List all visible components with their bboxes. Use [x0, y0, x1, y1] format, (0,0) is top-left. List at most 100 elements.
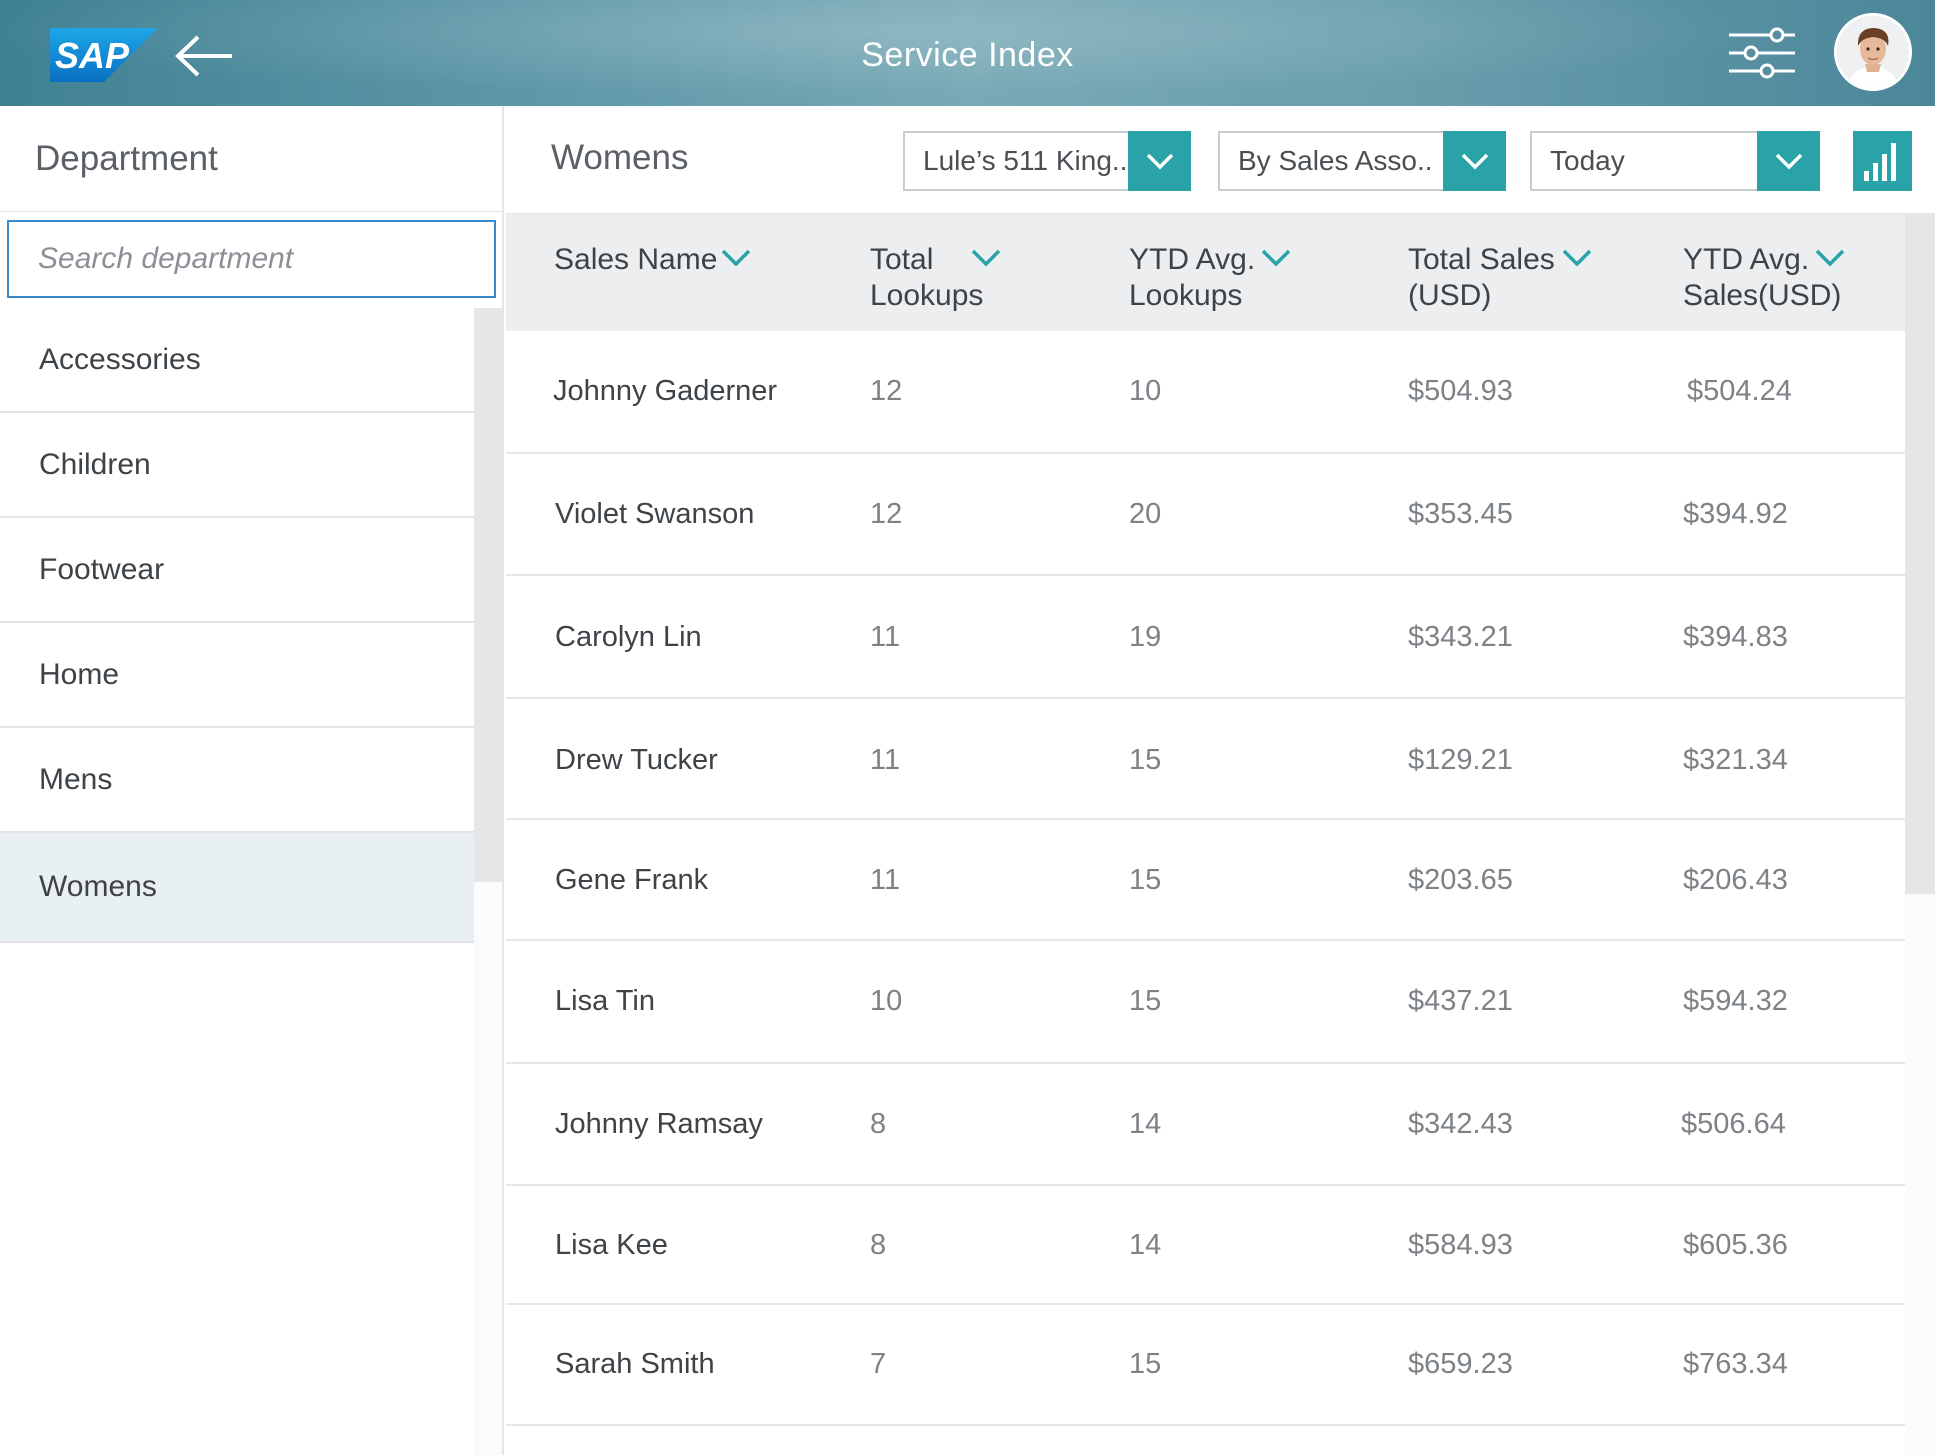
app-header: SAP Service Index [0, 0, 1935, 106]
department-item-label: Footwear [39, 552, 165, 586]
table-scrollbar-thumb[interactable] [1905, 214, 1935, 894]
sales-table: Sales Name Total Lookups YTD Avg. Lookup… [506, 214, 1905, 1455]
cell-total-lookups: 11 [870, 744, 901, 776]
chevron-down-icon [1562, 249, 1592, 267]
cell-ytd-sales: $605.36 [1683, 1229, 1788, 1261]
main-toolbar: Womens Lule’s 511 King.. By Sales Asso..… [506, 106, 1935, 214]
department-scrollbar-thumb[interactable] [474, 308, 502, 882]
search-department-field[interactable] [7, 220, 496, 298]
cell-ytd-sales: $594.32 [1683, 985, 1788, 1017]
cell-total-sales: $584.93 [1408, 1229, 1513, 1261]
chart-view-button[interactable] [1853, 131, 1912, 191]
column-header-label: Sales Name [554, 243, 718, 276]
department-item-label: Mens [39, 762, 113, 796]
column-header-label: Total Sales [1408, 243, 1555, 276]
chevron-down-icon [1775, 153, 1803, 170]
table-row[interactable]: Johnny Gaderner 12 10 $504.93 $504.24 [506, 331, 1905, 454]
cell-ytd-lookups: 10 [1129, 375, 1162, 407]
cell-ytd-lookups: 19 [1129, 621, 1162, 653]
cell-sales-name: Drew Tucker [555, 744, 718, 776]
cell-total-lookups: 8 [870, 1229, 887, 1261]
column-header-sales-name[interactable]: Sales Name [554, 242, 751, 278]
cell-total-lookups: 11 [870, 864, 901, 896]
column-header-total-sales[interactable]: Total Sales (USD) [1408, 242, 1592, 314]
cell-ytd-lookups: 15 [1129, 985, 1162, 1017]
cell-ytd-lookups: 15 [1129, 1348, 1162, 1380]
grouping-dropdown-value: By Sales Asso.. [1238, 145, 1433, 176]
column-header-total-lookups[interactable]: Total Lookups [870, 242, 1001, 314]
cell-total-sales: $353.45 [1408, 498, 1513, 530]
department-item-label: Accessories [39, 342, 201, 376]
table-row[interactable]: Drew Tucker 11 15 $129.21 $321.34 [506, 699, 1905, 820]
cell-ytd-sales: $504.24 [1687, 375, 1792, 407]
user-avatar[interactable] [1834, 13, 1912, 91]
date-range-dropdown-button[interactable] [1757, 131, 1820, 191]
cell-total-lookups: 8 [870, 1108, 887, 1140]
column-header-ytd-sales[interactable]: YTD Avg. Sales(USD) [1683, 242, 1845, 314]
department-item-mens[interactable]: Mens [0, 728, 474, 833]
cell-total-sales: $437.21 [1408, 985, 1513, 1017]
department-list: Accessories Children Footwear Home Mens … [0, 308, 474, 943]
cell-ytd-sales: $506.64 [1681, 1108, 1786, 1140]
cell-total-lookups: 11 [870, 621, 901, 653]
bar-chart-icon [1864, 143, 1896, 181]
department-item-label: Children [39, 447, 151, 481]
department-item-children[interactable]: Children [0, 413, 474, 518]
table-header: Sales Name Total Lookups YTD Avg. Lookup… [506, 214, 1905, 331]
cell-sales-name: Lisa Tin [555, 985, 655, 1017]
cell-ytd-lookups: 15 [1129, 864, 1162, 896]
store-dropdown[interactable]: Lule’s 511 King.. [903, 131, 1191, 191]
cell-sales-name: Lisa Kee [555, 1229, 668, 1261]
column-header-label: Sales(USD) [1683, 279, 1842, 312]
cell-total-sales: $659.23 [1408, 1348, 1513, 1380]
cell-total-sales: $343.21 [1408, 621, 1513, 653]
cell-ytd-sales: $394.83 [1683, 621, 1788, 653]
cell-total-lookups: 7 [870, 1348, 887, 1380]
table-row[interactable]: Sarah Smith 7 15 $659.23 $763.34 [506, 1305, 1905, 1426]
chevron-down-icon [1815, 249, 1845, 267]
table-row[interactable]: Carolyn Lin 11 19 $343.21 $394.83 [506, 576, 1905, 699]
store-dropdown-value: Lule’s 511 King.. [923, 145, 1128, 176]
cell-total-sales: $504.93 [1408, 375, 1513, 407]
cell-ytd-lookups: 20 [1129, 498, 1162, 530]
grouping-dropdown[interactable]: By Sales Asso.. [1218, 131, 1506, 191]
store-dropdown-button[interactable] [1128, 131, 1191, 191]
cell-ytd-sales: $763.34 [1683, 1348, 1788, 1380]
chevron-down-icon [971, 249, 1001, 267]
cell-total-sales: $342.43 [1408, 1108, 1513, 1140]
cell-total-lookups: 10 [870, 985, 903, 1017]
column-header-ytd-lookups[interactable]: YTD Avg. Lookups [1129, 242, 1291, 314]
cell-sales-name: Carolyn Lin [555, 621, 702, 653]
chevron-down-icon [1461, 153, 1489, 170]
table-row[interactable]: Johnny Ramsay 8 14 $342.43 $506.64 [506, 1064, 1905, 1186]
cell-ytd-sales: $206.43 [1683, 864, 1788, 896]
chevron-down-icon [721, 249, 751, 267]
sliders-icon[interactable] [1727, 25, 1797, 81]
app-title: Service Index [861, 36, 1074, 74]
table-row[interactable]: Lisa Kee 8 14 $584.93 $605.36 [506, 1186, 1905, 1305]
table-row[interactable]: Lisa Tin 10 15 $437.21 $594.32 [506, 941, 1905, 1064]
cell-total-lookups: 12 [870, 375, 903, 407]
department-item-footwear[interactable]: Footwear [0, 518, 474, 623]
cell-ytd-sales: $321.34 [1683, 744, 1788, 776]
cell-total-sales: $203.65 [1408, 864, 1513, 896]
department-item-label: Womens [39, 870, 157, 903]
column-header-label: Lookups [870, 279, 984, 312]
cell-sales-name: Violet Swanson [555, 498, 755, 530]
date-range-dropdown[interactable]: Today [1530, 131, 1820, 191]
cell-ytd-sales: $394.92 [1683, 498, 1788, 530]
cell-ytd-lookups: 14 [1129, 1108, 1162, 1140]
table-row[interactable]: Gene Frank 11 15 $203.65 $206.43 [506, 820, 1905, 941]
table-row[interactable]: Violet Swanson 12 20 $353.45 $394.92 [506, 454, 1905, 576]
department-title: Department [0, 106, 502, 212]
department-item-home[interactable]: Home [0, 623, 474, 728]
chevron-down-icon [1146, 153, 1174, 170]
department-item-accessories[interactable]: Accessories [0, 308, 474, 413]
cell-sales-name: Johnny Ramsay [555, 1108, 763, 1140]
column-header-label: Total [870, 243, 934, 276]
search-department-input[interactable] [9, 222, 494, 296]
department-item-womens[interactable]: Womens [0, 833, 474, 943]
cell-sales-name: Johnny Gaderner [553, 375, 778, 407]
grouping-dropdown-button[interactable] [1443, 131, 1506, 191]
page-title: Womens [551, 138, 689, 177]
